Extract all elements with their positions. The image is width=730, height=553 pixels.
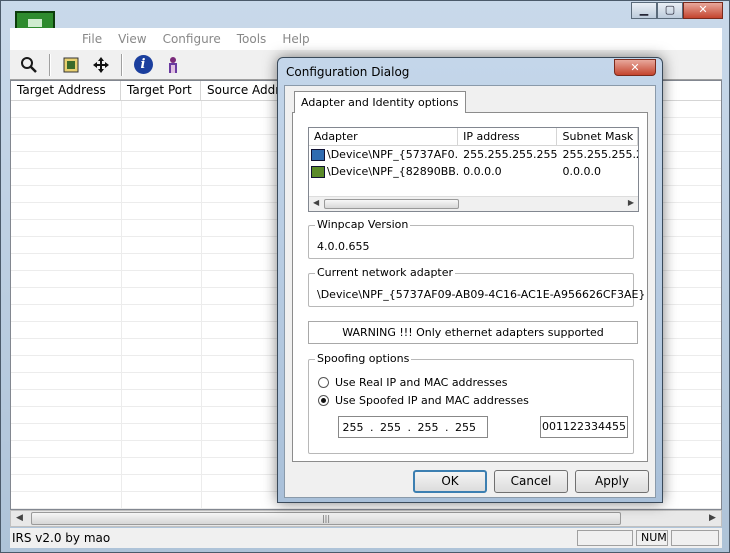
status-panel-empty <box>671 530 719 546</box>
adapter-name: \Device\NPF_{82890BB... <box>327 165 459 178</box>
configuration-dialog: Configuration Dialog ✕ Adapter and Ident… <box>277 57 663 503</box>
ip-separator: . <box>370 420 374 434</box>
scroll-left-icon[interactable]: ◀ <box>313 198 319 207</box>
status-panel-empty <box>577 530 633 546</box>
spoofed-ip-input[interactable]: 255. 255. 255. 255 <box>338 416 488 438</box>
status-num: NUM <box>636 530 668 546</box>
user-icon[interactable] <box>160 53 186 77</box>
winpcap-group: Winpcap Version 4.0.0.655 <box>308 218 634 259</box>
cancel-button[interactable]: Cancel <box>494 470 568 493</box>
menu-help[interactable]: Help <box>274 32 317 46</box>
radio-button[interactable] <box>318 377 329 388</box>
adapter-ip: 255.255.255.255 <box>463 148 558 161</box>
dialog-body: Adapter and Identity options Adapter IP … <box>284 85 656 498</box>
current-adapter-group: Current network adapter \Device\NPF_{573… <box>308 266 645 307</box>
tab-adapter-identity[interactable]: Adapter and Identity options <box>294 91 466 113</box>
winpcap-label: Winpcap Version <box>315 218 411 231</box>
radio-real-addresses[interactable]: Use Real IP and MAC addresses <box>318 376 508 389</box>
scroll-right-icon[interactable]: ▶ <box>704 511 721 526</box>
ip-octet[interactable]: 255 <box>414 421 442 434</box>
dialog-close-button[interactable]: ✕ <box>614 59 656 76</box>
column-ip-address[interactable]: IP address <box>458 128 558 145</box>
ip-octet[interactable]: 255 <box>339 421 367 434</box>
ip-separator: . <box>407 420 412 434</box>
menu-configure[interactable]: Configure <box>155 32 229 46</box>
horizontal-scrollbar[interactable]: ◀ ||| ▶ <box>10 510 722 527</box>
radio-spoofed-addresses[interactable]: Use Spoofed IP and MAC addresses <box>318 394 529 407</box>
window-controls: ▁ ▢ ✕ <box>631 2 723 19</box>
column-subnet-mask[interactable]: Subnet Mask <box>557 128 638 145</box>
menu-bar: File View Configure Tools Help <box>10 28 722 49</box>
ip-octet[interactable]: 255 <box>452 421 480 434</box>
apply-button[interactable]: Apply <box>575 470 649 493</box>
adapter-mask: 255.255.255.255 <box>562 148 638 161</box>
network-adapter-icon <box>311 149 325 161</box>
network-adapter-icon <box>311 166 325 178</box>
warning-message: WARNING !!! Only ethernet adapters suppo… <box>308 321 638 344</box>
radio-label: Use Spoofed IP and MAC addresses <box>335 394 529 407</box>
menu-view[interactable]: View <box>110 32 154 46</box>
scroll-right-icon[interactable]: ▶ <box>628 198 634 207</box>
current-adapter-value: \Device\NPF_{5737AF09-AB09-4C16-AC1E-A95… <box>317 288 646 301</box>
close-button[interactable]: ✕ <box>683 2 723 19</box>
spoofing-label: Spoofing options <box>315 352 412 365</box>
grid-line <box>201 101 202 509</box>
radio-label: Use Real IP and MAC addresses <box>335 376 508 389</box>
search-icon[interactable] <box>16 53 42 77</box>
adapter-ip: 0.0.0.0 <box>463 165 502 178</box>
current-adapter-label: Current network adapter <box>315 266 456 279</box>
ok-button[interactable]: OK <box>413 470 487 493</box>
radio-button-selected[interactable] <box>318 395 329 406</box>
column-target-address[interactable]: Target Address <box>11 81 121 100</box>
spoofing-group: Spoofing options Use Real IP and MAC add… <box>308 352 634 454</box>
status-bar: IRS v2.0 by mao NUM <box>10 528 722 548</box>
dialog-title: Configuration Dialog <box>286 65 410 79</box>
scroll-left-icon[interactable]: ◀ <box>11 511 28 526</box>
adapter-list-scrollbar[interactable]: ◀ ▶ <box>309 196 638 211</box>
grid-line <box>121 101 122 509</box>
minimize-button[interactable]: ▁ <box>631 2 657 19</box>
adapter-list[interactable]: Adapter IP address Subnet Mask \Device\N… <box>308 127 639 212</box>
adapter-row[interactable]: \Device\NPF_{5737AF0... 255.255.255.255 … <box>309 146 638 163</box>
spoofed-mac-input[interactable]: 001122334455 <box>540 416 628 438</box>
column-adapter[interactable]: Adapter <box>309 128 459 145</box>
info-icon[interactable]: i <box>130 53 156 77</box>
toolbar-separator <box>121 53 123 76</box>
adapter-list-header: Adapter IP address Subnet Mask <box>309 128 638 146</box>
menu-tools[interactable]: Tools <box>229 32 275 46</box>
scroll-thumb[interactable] <box>324 199 459 209</box>
column-target-port[interactable]: Target Port <box>121 81 201 100</box>
adapter-row[interactable]: \Device\NPF_{82890BB... 0.0.0.0 0.0.0.0 <box>309 163 638 180</box>
adapter-name: \Device\NPF_{5737AF0... <box>327 148 459 161</box>
maximize-button[interactable]: ▢ <box>657 2 683 19</box>
ip-separator: . <box>445 420 449 434</box>
scroll-thumb[interactable]: ||| <box>31 512 621 525</box>
adapter-mask: 0.0.0.0 <box>562 165 601 178</box>
status-text: IRS v2.0 by mao <box>12 531 111 545</box>
capture-icon[interactable] <box>58 53 84 77</box>
ip-octet[interactable]: 255 <box>377 421 405 434</box>
menu-file[interactable]: File <box>74 32 110 46</box>
winpcap-version: 4.0.0.655 <box>317 240 370 253</box>
move-icon[interactable] <box>88 53 114 77</box>
tab-panel: Adapter IP address Subnet Mask \Device\N… <box>292 112 648 462</box>
toolbar-separator <box>49 53 51 76</box>
